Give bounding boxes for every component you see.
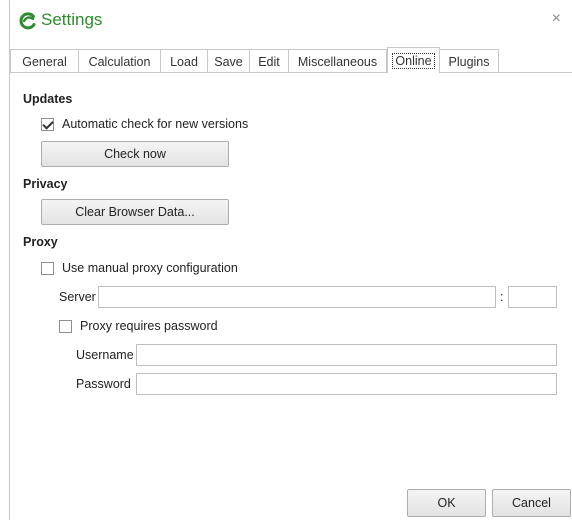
password-label: Password <box>76 377 131 391</box>
tab-general[interactable]: General <box>10 49 79 73</box>
manual-proxy-row[interactable]: Use manual proxy configuration <box>41 261 238 275</box>
close-icon[interactable]: × <box>552 10 561 28</box>
proxy-password-label: Proxy requires password <box>80 319 218 333</box>
title-bar: Settings × <box>10 0 572 40</box>
auto-check-checkbox[interactable] <box>41 117 54 131</box>
tab-miscellaneous[interactable]: Miscellaneous <box>289 49 387 73</box>
tab-save[interactable]: Save <box>208 49 250 73</box>
port-input[interactable] <box>508 286 557 308</box>
tab-online[interactable]: Online <box>387 47 440 73</box>
cancel-button[interactable]: Cancel <box>492 489 571 517</box>
tab-plugins[interactable]: Plugins <box>440 49 499 73</box>
check-now-button[interactable]: Check now <box>41 141 229 167</box>
manual-proxy-label: Use manual proxy configuration <box>62 261 238 275</box>
app-logo-icon <box>19 12 36 30</box>
auto-check-label: Automatic check for new versions <box>62 117 249 131</box>
tab-bar: General Calculation Load Save Edit Misce… <box>10 47 572 73</box>
port-separator: : <box>500 290 504 304</box>
server-label: Server <box>59 290 96 304</box>
password-input[interactable] <box>136 373 557 395</box>
updates-heading: Updates <box>23 92 73 106</box>
tab-edit[interactable]: Edit <box>250 49 289 73</box>
ok-button[interactable]: OK <box>407 489 486 517</box>
clear-browser-data-button[interactable]: Clear Browser Data... <box>41 199 229 225</box>
server-input[interactable] <box>98 286 496 308</box>
privacy-heading: Privacy <box>23 177 68 191</box>
tab-calculation[interactable]: Calculation <box>79 49 161 73</box>
proxy-password-checkbox[interactable] <box>59 319 72 333</box>
tab-load[interactable]: Load <box>161 49 208 73</box>
window-title: Settings <box>41 10 103 29</box>
auto-check-row[interactable]: Automatic check for new versions <box>41 117 248 131</box>
proxy-heading: Proxy <box>23 235 58 249</box>
manual-proxy-checkbox[interactable] <box>41 261 54 275</box>
proxy-password-row[interactable]: Proxy requires password <box>59 319 218 333</box>
settings-window: Settings × General Calculation Load Save… <box>9 0 572 520</box>
username-label: Username <box>76 348 134 362</box>
username-input[interactable] <box>136 344 557 366</box>
